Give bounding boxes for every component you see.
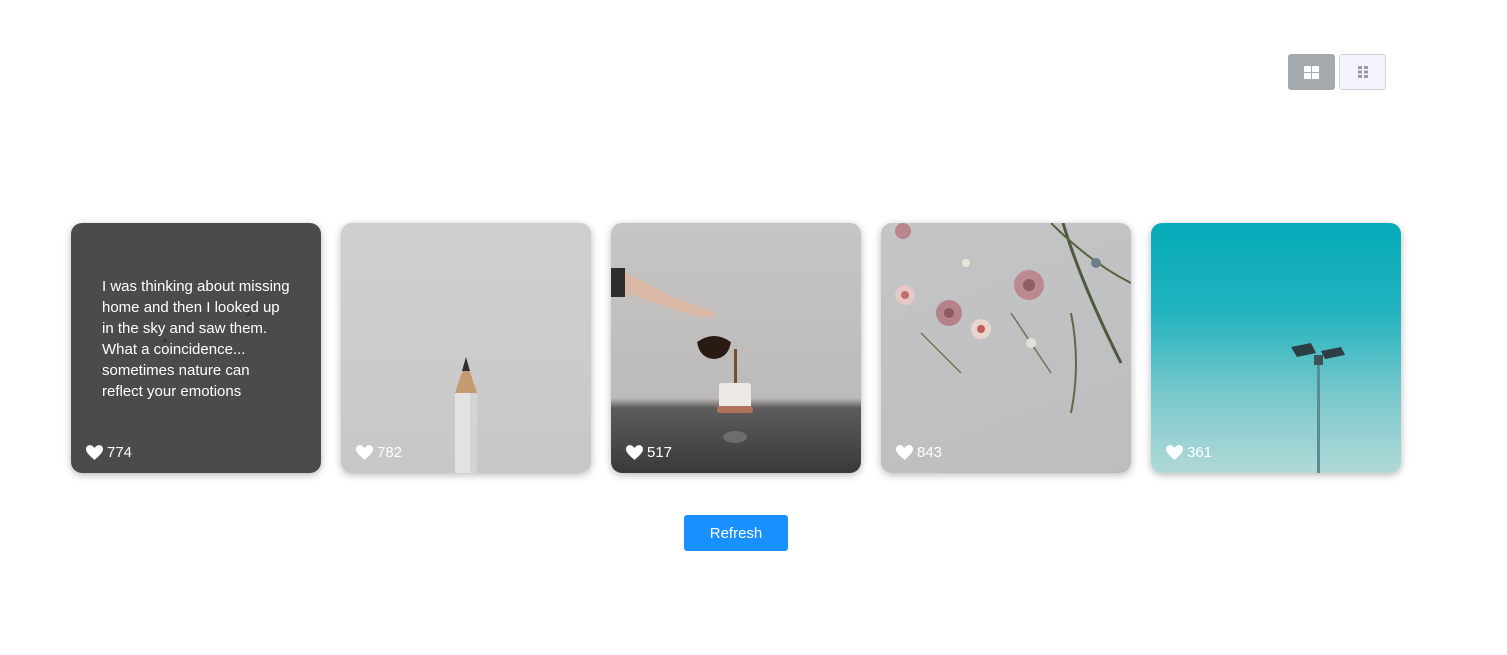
card-image-coffee <box>611 223 861 473</box>
heart-icon <box>1166 445 1183 460</box>
card-image-flowers <box>881 223 1131 473</box>
grid-large-icon <box>1304 65 1319 79</box>
heart-icon <box>626 445 643 460</box>
heart-icon <box>86 445 103 460</box>
photo-card[interactable]: I was thinking about missing home and th… <box>71 223 321 473</box>
like-counter[interactable]: 517 <box>626 444 672 461</box>
like-count: 774 <box>107 444 133 461</box>
gallery-page: I was thinking about missing home and th… <box>0 0 1507 655</box>
like-count: 782 <box>377 444 403 461</box>
like-count: 361 <box>1187 444 1213 461</box>
photo-card[interactable]: 361 <box>1151 223 1401 473</box>
like-count: 517 <box>647 444 673 461</box>
photo-card[interactable]: 517 <box>611 223 861 473</box>
photo-card[interactable]: 843 <box>881 223 1131 473</box>
photo-grid: I was thinking about missing home and th… <box>71 223 1401 473</box>
large-grid-view-button[interactable] <box>1288 54 1335 90</box>
like-counter[interactable]: 782 <box>356 444 402 461</box>
grid-small-icon <box>1357 66 1368 78</box>
view-toggle <box>1288 54 1386 90</box>
small-grid-view-button[interactable] <box>1339 54 1386 90</box>
like-count: 843 <box>917 444 943 461</box>
card-image-lamp-post <box>1151 223 1401 473</box>
refresh-button[interactable]: Refresh <box>684 515 788 551</box>
like-counter[interactable]: 774 <box>86 444 132 461</box>
heart-icon <box>896 445 913 460</box>
like-counter[interactable]: 361 <box>1166 444 1212 461</box>
photo-card[interactable]: 782 <box>341 223 591 473</box>
card-image-pencil <box>341 223 591 473</box>
heart-icon <box>356 445 373 460</box>
like-counter[interactable]: 843 <box>896 444 942 461</box>
card-caption: I was thinking about missing home and th… <box>102 278 290 400</box>
